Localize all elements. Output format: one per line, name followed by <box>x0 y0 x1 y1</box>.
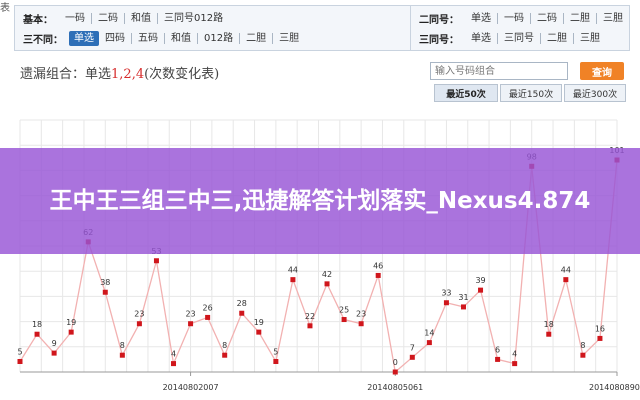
data-label: 31 <box>458 293 468 302</box>
data-point <box>153 258 159 264</box>
data-point <box>119 352 125 358</box>
data-label: 4 <box>171 350 176 359</box>
overlay-banner: 王中王三组三中三,迅捷解答计划落实_Nexus4.874 <box>0 148 640 254</box>
data-point <box>324 281 330 287</box>
data-label: 8 <box>222 341 227 350</box>
x-tick-label: 20140805061 <box>367 383 423 392</box>
data-point <box>239 310 245 316</box>
data-point <box>392 369 398 375</box>
data-label: 23 <box>134 310 144 319</box>
data-point <box>188 321 194 327</box>
data-label: 8 <box>580 341 585 350</box>
data-point <box>580 352 586 358</box>
data-point <box>171 361 177 367</box>
data-point <box>290 277 296 283</box>
data-point <box>478 287 484 293</box>
x-tick-label: 20140802007 <box>163 383 219 392</box>
data-point <box>256 329 262 335</box>
data-label: 4 <box>512 350 517 359</box>
data-label: 25 <box>339 306 349 315</box>
data-point <box>546 331 552 337</box>
data-label: 18 <box>544 320 554 329</box>
data-label: 16 <box>595 324 605 333</box>
data-label: 0 <box>393 358 398 367</box>
data-point <box>34 331 40 337</box>
data-point <box>409 354 415 360</box>
data-point <box>51 350 57 356</box>
data-label: 14 <box>424 329 434 338</box>
data-point <box>495 356 501 362</box>
data-label: 44 <box>288 266 298 275</box>
data-label: 19 <box>254 318 264 327</box>
data-point <box>341 317 347 323</box>
data-label: 33 <box>441 289 451 298</box>
data-point <box>563 277 569 283</box>
data-point <box>222 352 228 358</box>
data-label: 28 <box>237 299 247 308</box>
data-point <box>205 314 211 320</box>
data-point <box>443 300 449 306</box>
data-label: 44 <box>561 266 571 275</box>
data-label: 39 <box>475 276 485 285</box>
data-label: 7 <box>410 343 415 352</box>
data-point <box>68 329 74 335</box>
data-label: 26 <box>203 303 213 312</box>
data-point <box>375 272 381 278</box>
data-label: 9 <box>52 339 57 348</box>
data-label: 23 <box>185 310 195 319</box>
data-label: 22 <box>305 312 315 321</box>
data-label: 46 <box>373 261 383 270</box>
data-label: 23 <box>356 310 366 319</box>
data-label: 38 <box>100 278 110 287</box>
data-point <box>17 359 23 365</box>
data-point <box>307 323 313 329</box>
data-label: 8 <box>120 341 125 350</box>
data-point <box>426 340 432 346</box>
data-label: 5 <box>273 348 278 357</box>
data-label: 6 <box>495 345 500 354</box>
data-point <box>512 361 518 367</box>
data-point <box>460 304 466 310</box>
data-label: 5 <box>17 348 22 357</box>
data-label: 42 <box>322 270 332 279</box>
banner-text: 王中王三组三中三,迅捷解答计划落实_Nexus4.874 <box>49 188 591 214</box>
x-tick-label: 20140808906 <box>589 383 640 392</box>
data-point <box>102 289 108 295</box>
data-label: 19 <box>66 318 76 327</box>
data-point <box>597 335 603 341</box>
data-label: 18 <box>32 320 42 329</box>
data-point <box>358 321 364 327</box>
data-point <box>273 359 279 365</box>
data-point <box>136 321 142 327</box>
